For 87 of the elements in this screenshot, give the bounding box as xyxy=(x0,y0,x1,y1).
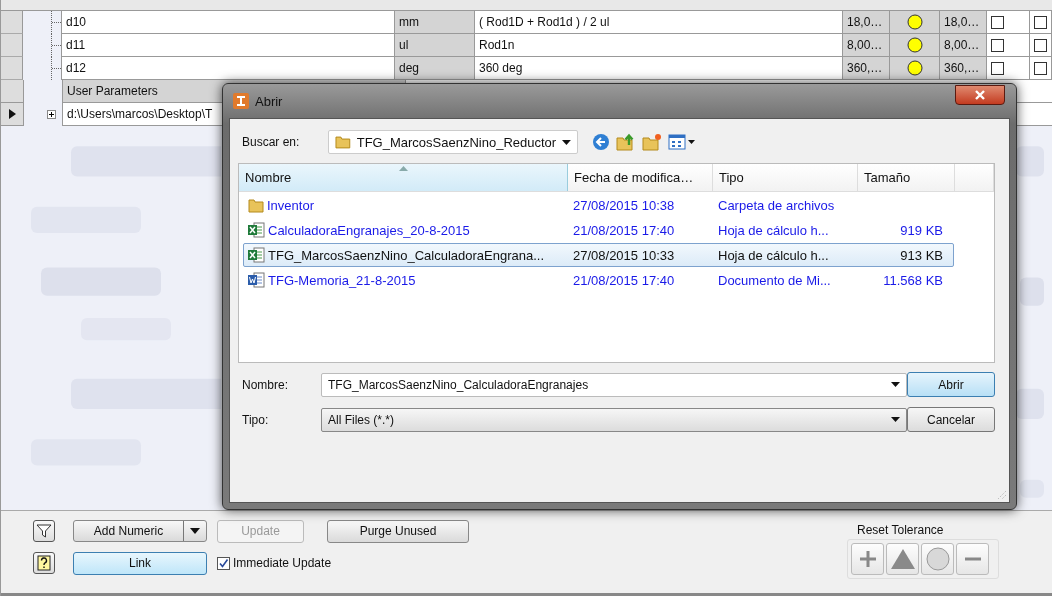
file-row[interactable]: TFG_MarcosSaenzNino_CalculadoraEngrana... 27/08/2015 10:33 Hoja de cálculo h... 913 KB xyxy=(243,243,954,267)
parameter-nominal: 8,00… xyxy=(843,34,890,57)
file-type: Hoja de cálculo h... xyxy=(717,246,830,265)
minus-icon[interactable] xyxy=(956,543,989,575)
parameter-checkbox[interactable] xyxy=(991,15,1004,29)
open-button[interactable]: Abrir xyxy=(907,372,995,397)
file-date: 27/08/2015 10:38 xyxy=(572,196,676,215)
look-in-label: Buscar en: xyxy=(241,135,301,149)
parameter-equation: 360 deg xyxy=(475,57,843,80)
parameter-nominal: 360,… xyxy=(843,57,890,80)
back-icon[interactable] xyxy=(592,133,610,151)
parameter-equation: Rod1n xyxy=(475,34,843,57)
parameter-name: d11 xyxy=(61,34,395,57)
parameter-model-value: 360,… xyxy=(940,57,987,80)
parameter-checkbox[interactable] xyxy=(1034,15,1047,29)
file-type: Hoja de cálculo h... xyxy=(717,221,830,240)
link-button[interactable]: Link xyxy=(73,551,207,575)
file-date: 27/08/2015 10:33 xyxy=(572,246,676,265)
filter-button[interactable] xyxy=(33,520,55,542)
cancel-button[interactable]: Cancelar xyxy=(907,407,995,432)
spreadsheet-icon xyxy=(248,247,265,263)
file-row[interactable]: Inventor 27/08/2015 10:38 Carpeta de archivos xyxy=(243,193,954,217)
reset-tolerance-label: Reset Tolerance xyxy=(856,523,945,537)
file-type: Documento de Mi... xyxy=(717,271,832,290)
file-name-field[interactable]: TFG_MarcosSaenzNino_CalculadoraEngranajes xyxy=(321,372,907,397)
column-header[interactable]: Tipo xyxy=(713,164,858,191)
file-type-dropdown[interactable]: All Files (*.*) xyxy=(321,407,907,432)
column-header[interactable]: Fecha de modifica… xyxy=(568,164,713,191)
parameter-model-value: 18,0… xyxy=(940,11,987,34)
tolerance-circle-icon xyxy=(906,60,923,76)
file-name: Inventor xyxy=(267,197,314,213)
file-row[interactable]: CalculadoraEngranajes_20-8-2015 21/08/2015 17:40 Hoja de cálculo h... 919 KB xyxy=(243,218,954,242)
parameter-unit: ul xyxy=(395,34,475,57)
spreadsheet-icon xyxy=(248,222,265,238)
caret-icon[interactable] xyxy=(891,382,900,387)
file-row[interactable]: TFG-Memoria_21-8-2015 21/08/2015 17:40 Documento de Mi... 11.568 KB xyxy=(243,268,954,292)
sort-arrow-icon xyxy=(399,166,408,171)
row-header[interactable] xyxy=(1,103,24,126)
expand-icon[interactable] xyxy=(47,110,56,119)
parameter-unit: mm xyxy=(395,11,475,34)
add-numeric-button[interactable]: Add Numeric xyxy=(73,520,207,542)
file-size: 913 KB xyxy=(900,247,943,263)
caret-icon[interactable] xyxy=(562,139,571,145)
file-date: 21/08/2015 17:40 xyxy=(572,221,676,240)
purge-unused-button[interactable]: Purge Unused xyxy=(327,519,469,543)
up-folder-icon[interactable] xyxy=(616,132,636,152)
parameter-unit: deg xyxy=(395,57,475,80)
parameter-checkbox[interactable] xyxy=(991,38,1004,52)
close-icon xyxy=(974,90,986,100)
parameter-equation: ( Rod1D + Rod1d ) / 2 ul xyxy=(475,11,843,34)
file-name: CalculadoraEngranajes_20-8-2015 xyxy=(268,222,470,238)
look-in-dropdown[interactable]: TFG_MarcosSaenzNino_Reductor xyxy=(328,130,578,154)
row-pointer-icon xyxy=(8,109,16,119)
document-icon xyxy=(248,272,265,288)
parameter-name: d12 xyxy=(61,57,395,80)
file-name: TFG-Memoria_21-8-2015 xyxy=(268,272,416,288)
tolerance-circle-icon xyxy=(906,37,923,53)
immediate-update-checkbox[interactable] xyxy=(217,556,230,570)
column-header[interactable]: Nombre xyxy=(239,164,568,191)
file-name: TFG_MarcosSaenzNino_CalculadoraEngrana... xyxy=(268,247,545,263)
parameter-checkbox[interactable] xyxy=(1034,61,1047,75)
tolerance-circle-icon xyxy=(906,14,923,30)
parameter-name: d10 xyxy=(61,11,395,34)
caret-icon[interactable] xyxy=(190,528,200,534)
file-size: 919 KB xyxy=(900,222,943,238)
checkmark-icon xyxy=(218,557,229,569)
file-type: Carpeta de archivos xyxy=(717,196,836,215)
parameter-checkbox[interactable] xyxy=(991,61,1004,75)
folder-icon xyxy=(248,197,264,213)
new-folder-icon[interactable] xyxy=(642,133,662,151)
file-date: 21/08/2015 17:40 xyxy=(572,271,676,290)
view-menu-icon[interactable] xyxy=(668,134,696,150)
plus-icon[interactable] xyxy=(851,543,884,575)
file-name-label: Nombre: xyxy=(241,377,289,392)
help-button[interactable] xyxy=(33,552,55,574)
parameter-model-value: 8,00… xyxy=(940,34,987,57)
folder-icon xyxy=(335,134,351,150)
parameter-nominal: 18,0… xyxy=(843,11,890,34)
parameter-checkbox[interactable] xyxy=(1034,38,1047,52)
caret-icon[interactable] xyxy=(891,417,900,422)
close-button[interactable] xyxy=(955,85,1005,105)
immediate-update-label[interactable]: Immediate Update xyxy=(233,556,332,570)
resize-grip-icon[interactable] xyxy=(997,490,1007,500)
file-size: 11.568 KB xyxy=(883,272,943,288)
file-type-label: Tipo: xyxy=(241,412,270,427)
column-header[interactable]: Tamaño xyxy=(858,164,955,191)
app-logo-icon xyxy=(233,93,249,109)
